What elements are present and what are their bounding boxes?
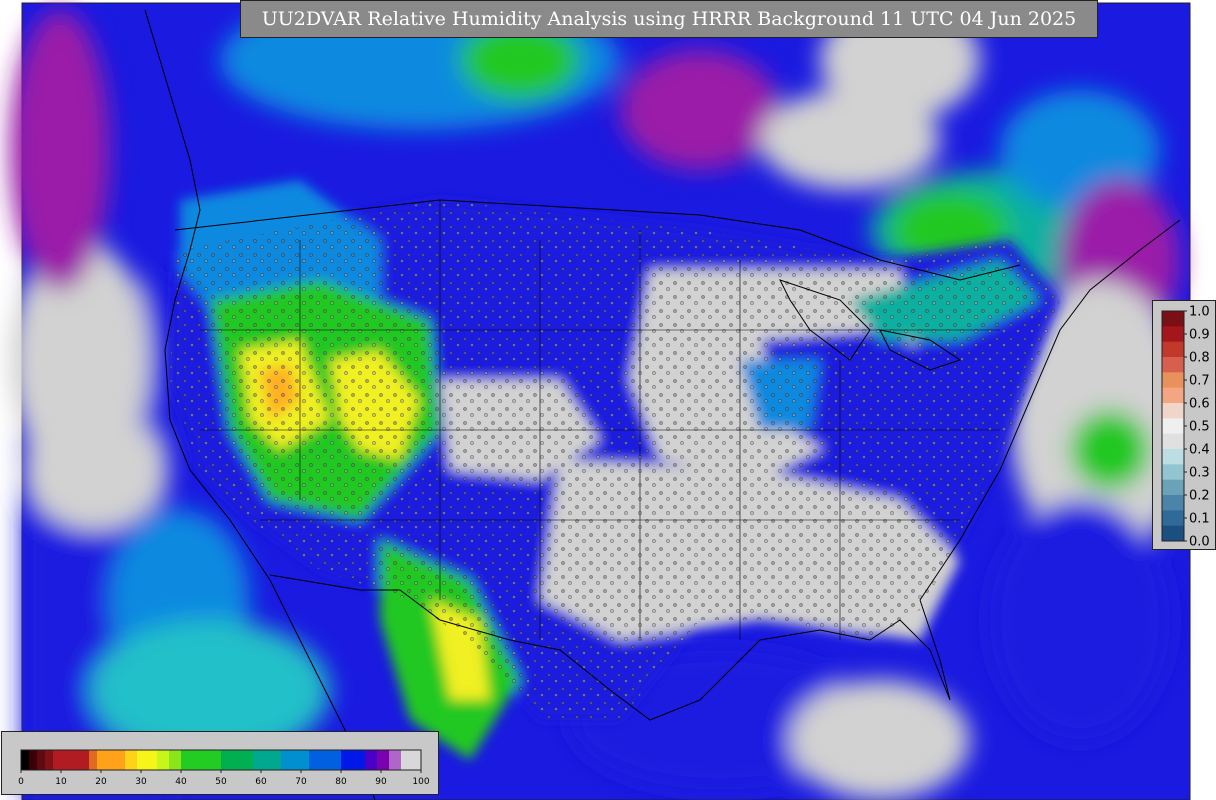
obs-legend-swatch	[1162, 433, 1184, 450]
obs-legend-swatch	[1162, 403, 1184, 419]
rh-colorbar-tick-label: 90	[375, 777, 387, 787]
rh-colorbar-segment	[45, 750, 54, 770]
obs-legend-swatch	[1162, 495, 1184, 511]
rh-colorbar-segment	[281, 750, 310, 770]
rh-colorbar-tick-label: 30	[135, 777, 147, 787]
rh-colorbar-segment	[137, 750, 158, 770]
rh-colorbar-segment	[389, 750, 402, 770]
obs-legend-swatch	[1162, 372, 1184, 389]
rh-colorbar-segment	[125, 750, 138, 770]
obs-legend-swatch	[1162, 311, 1184, 327]
obs-legend-swatch	[1162, 464, 1184, 481]
obs-legend-swatch	[1162, 479, 1184, 496]
obs-legend-tick-label: 0.8	[1189, 351, 1210, 366]
obs-legend-swatch	[1162, 326, 1184, 343]
rh-colorbar: 0 10 20 30 40 50 60 70 80 90 100	[1, 731, 439, 795]
rh-colorbar-tick-label: 40	[175, 777, 187, 787]
obs-legend-tick-label: 0.5	[1189, 420, 1210, 435]
rh-colorbar-segment	[309, 750, 342, 770]
obs-legend-tick-label: 0.2	[1189, 489, 1210, 504]
obs-legend-tick-label: 0.1	[1189, 512, 1210, 527]
rh-colorbar-tick-label: 0	[18, 777, 24, 787]
obs-legend-swatch	[1162, 449, 1184, 465]
obs-legend-tick-label: 0.4	[1189, 443, 1210, 458]
rh-colorbar-segment	[401, 750, 422, 770]
rh-analysis-map	[10, 0, 1191, 800]
rh-colorbar-tick-label: 50	[215, 777, 227, 787]
rh-colorbar-tick-label: 60	[255, 777, 267, 787]
obs-legend-tick-label: 0.0	[1189, 535, 1210, 550]
rh-colorbar-segment	[29, 750, 38, 770]
observation-legend-bar: 1.0 0.9 0.8 0.7 0.6 0.5 0.4 0.3 0.2 0.1 0.0	[1161, 305, 1210, 550]
obs-legend-tick-label: 1.0	[1189, 305, 1210, 320]
rh-colorbar-segment	[169, 750, 182, 770]
rh-colorbar-tick-label: 70	[295, 777, 307, 787]
obs-legend-tick-label: 0.3	[1189, 466, 1210, 481]
rh-colorbar-segment	[221, 750, 254, 770]
obs-legend-swatch	[1162, 357, 1184, 373]
obs-legend-swatch	[1162, 510, 1184, 527]
rh-colorbar-bar: 0 10 20 30 40 50 60 70 80 90 100	[18, 749, 430, 787]
obs-legend-swatch	[1162, 341, 1184, 358]
obs-legend-swatch	[1162, 418, 1184, 435]
observation-legend: 1.0 0.9 0.8 0.7 0.6 0.5 0.4 0.3 0.2 0.1 0.0	[1152, 300, 1216, 550]
obs-legend-tick-label: 0.7	[1189, 374, 1210, 389]
rh-colorbar-segment	[341, 750, 366, 770]
obs-legend-swatch	[1162, 387, 1184, 404]
rh-colorbar-segment	[157, 750, 170, 770]
rh-colorbar-segment	[89, 750, 98, 770]
rh-colorbar-segment	[21, 750, 30, 770]
rh-colorbar-segment	[181, 750, 222, 770]
rh-colorbar-segment	[365, 750, 378, 770]
rh-colorbar-tick-label: 20	[95, 777, 107, 787]
rh-colorbar-segment	[377, 750, 390, 770]
rh-colorbar-segment	[37, 750, 46, 770]
obs-legend-tick-label: 0.6	[1189, 397, 1210, 412]
rh-colorbar-segment	[253, 750, 282, 770]
map-title: UU2DVAR Relative Humidity Analysis using…	[240, 0, 1098, 38]
rh-colorbar-segment	[53, 750, 90, 770]
rh-colorbar-tick-label: 80	[335, 777, 347, 787]
obs-legend-swatch	[1162, 525, 1184, 542]
obs-legend-tick-label: 0.9	[1189, 328, 1210, 343]
rh-colorbar-tick-label: 10	[55, 777, 67, 787]
rh-colorbar-tick-label: 100	[412, 777, 429, 787]
rh-colorbar-segment	[97, 750, 126, 770]
